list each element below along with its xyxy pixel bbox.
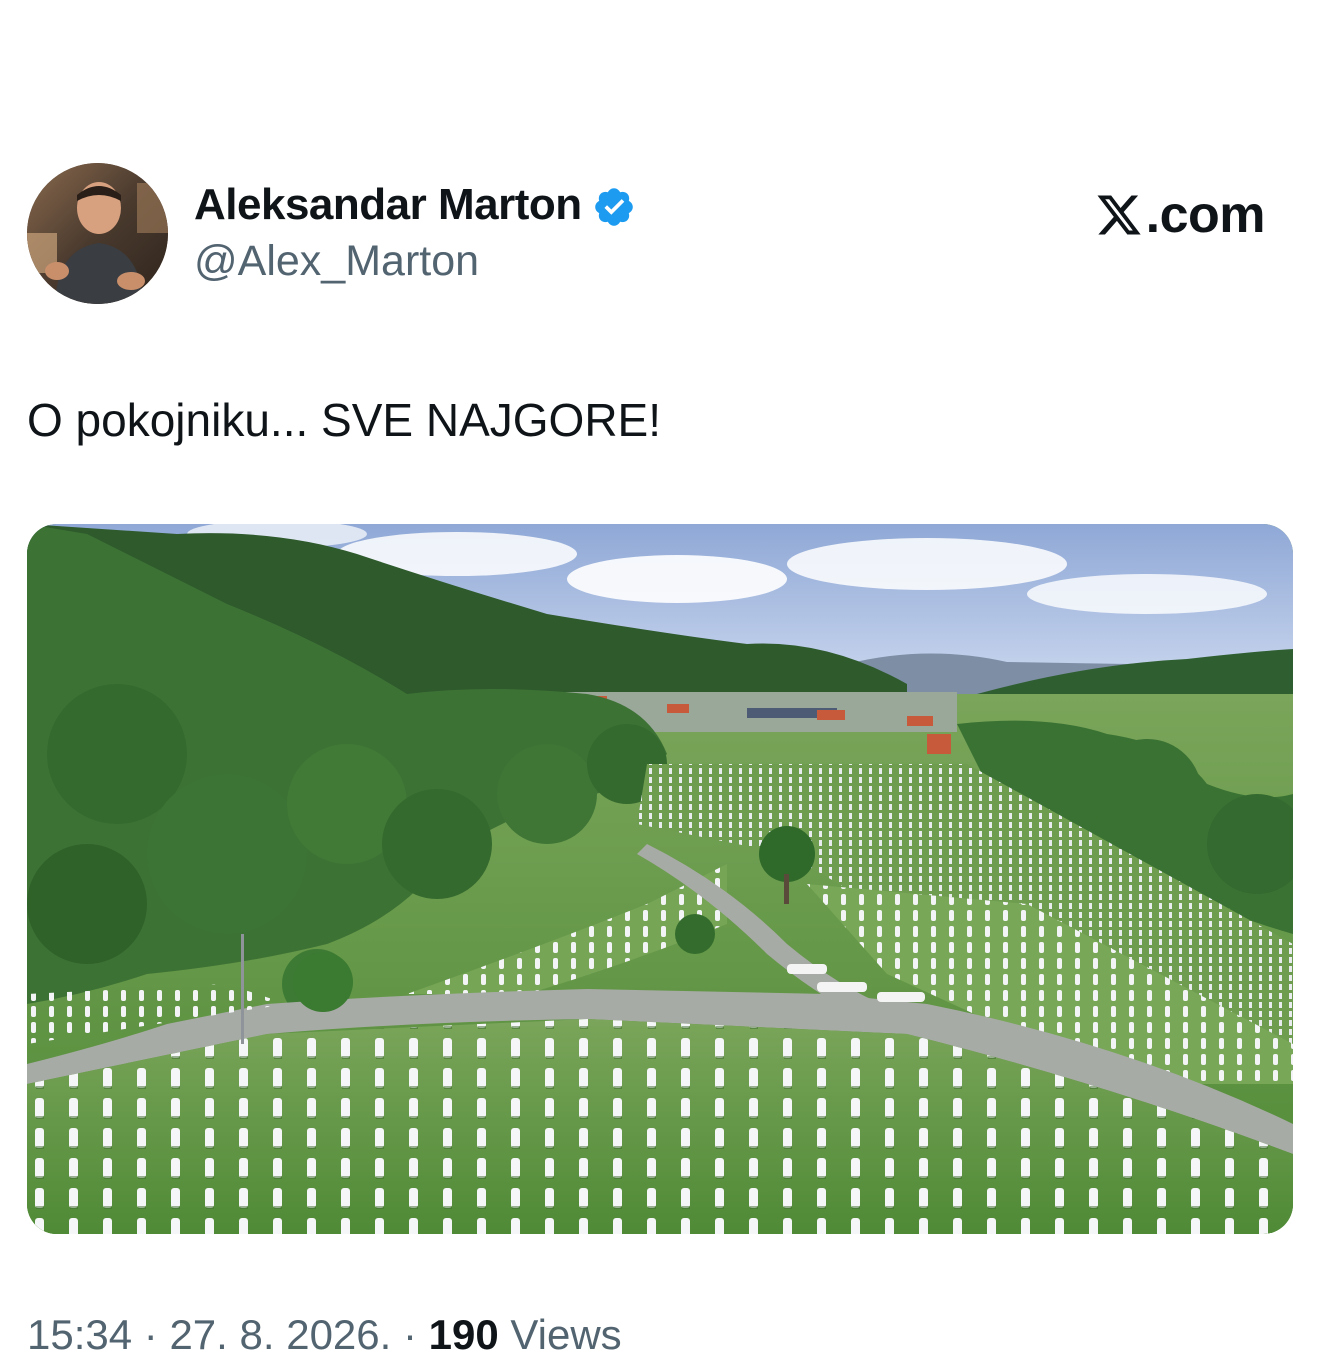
- meta-separator: ·: [143, 1311, 158, 1358]
- display-name-row: Aleksandar Marton: [194, 179, 636, 231]
- views-label: Views: [510, 1311, 622, 1358]
- x-logo-icon: [1094, 191, 1144, 239]
- tweet-photo[interactable]: [27, 524, 1293, 1234]
- views-count[interactable]: 190: [429, 1311, 499, 1358]
- author-handle[interactable]: @Alex_Marton: [194, 237, 636, 286]
- cemetery-landscape-photo: [27, 524, 1293, 1234]
- brand-domain-label: .com: [1145, 186, 1266, 244]
- author-names: Aleksandar Marton @Alex_Marton: [194, 179, 636, 286]
- meta-separator-2: ·: [402, 1311, 417, 1358]
- tweet-meta: 15:34 · 27. 8. 2026. · 190 Views: [27, 1311, 622, 1359]
- verified-badge-icon: [592, 185, 636, 229]
- tweet-time[interactable]: 15:34: [27, 1311, 132, 1358]
- avatar-photo: [27, 163, 168, 304]
- x-com-brand: .com: [1094, 185, 1266, 245]
- display-name[interactable]: Aleksandar Marton: [194, 180, 582, 230]
- tweet-header: Aleksandar Marton @Alex_Marton .com: [27, 163, 1287, 308]
- tweet-date[interactable]: 27. 8. 2026.: [169, 1311, 391, 1358]
- avatar[interactable]: [27, 163, 168, 304]
- tweet-text: O pokojniku... SVE NAJGORE!: [27, 394, 662, 446]
